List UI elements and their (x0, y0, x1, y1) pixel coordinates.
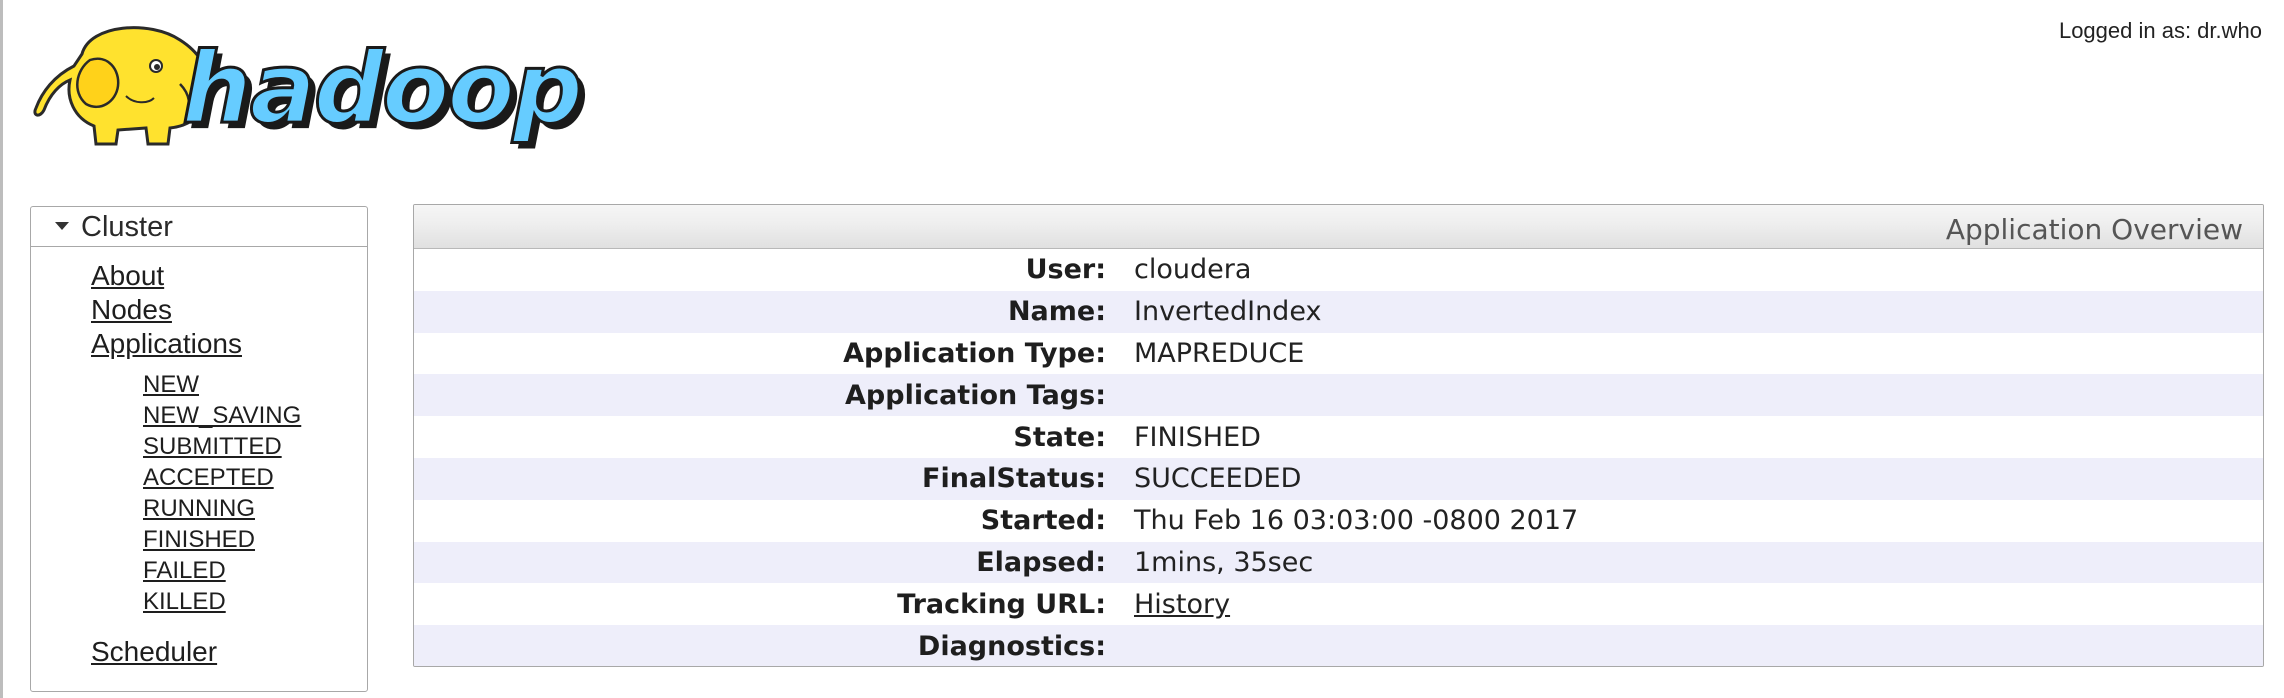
state-value: FINISHED (1134, 421, 1261, 453)
name-label: Name: (414, 290, 1134, 333)
elapsed-value: 1mins, 35sec (1134, 541, 2263, 584)
final-status-label: FinalStatus: (414, 457, 1134, 500)
scheduler-links: Scheduler (91, 635, 217, 669)
cluster-sidebar: Cluster About Nodes Applications NEW NEW… (30, 206, 368, 692)
table-row-state: State: FINISHED (414, 416, 2263, 458)
page-left-border (0, 0, 3, 698)
elapsed-label: Elapsed: (414, 541, 1134, 584)
logo-wordmark: hadoop (182, 32, 581, 146)
state-accepted-link[interactable]: ACCEPTED (143, 464, 274, 491)
state-item-new: NEW (143, 369, 301, 400)
application-overview-panel: Application Overview User: cloudera Name… (413, 204, 2264, 667)
started-value: Thu Feb 16 03:03:00 -0800 2017 (1134, 505, 1579, 537)
application-overview-title: Application Overview (414, 205, 2263, 249)
state-submitted-link[interactable]: SUBMITTED (143, 433, 282, 460)
state-failed-link[interactable]: FAILED (143, 557, 226, 584)
started-label: Started: (980, 505, 1106, 537)
tracking-url-cell: History (1134, 583, 2263, 625)
application-type-label: Application Type: (843, 337, 1106, 369)
hadoop-logo[interactable]: hadoop hadoop (30, 14, 630, 160)
user-label: User: (1025, 254, 1106, 286)
applications-link[interactable]: Applications (91, 328, 242, 359)
final-status-value: SUCCEEDED (1134, 457, 2263, 500)
state-item-new-saving: NEW_SAVING (143, 400, 301, 431)
sidebar-item-applications: Applications (91, 327, 242, 361)
user-value: cloudera (1134, 254, 1252, 286)
history-link[interactable]: History (1134, 589, 1230, 620)
table-row-application-type: Application Type: MAPREDUCE (414, 333, 2263, 375)
cluster-section-header[interactable]: Cluster (31, 207, 367, 247)
sidebar-item-about: About (91, 259, 242, 293)
hadoop-app-page: hadoop hadoop Logged in as: dr.who Clust… (0, 0, 2284, 698)
table-row-started: Started: Thu Feb 16 03:03:00 -0800 2017 (414, 500, 2263, 542)
state-new-saving-link[interactable]: NEW_SAVING (143, 402, 301, 429)
scheduler-link[interactable]: Scheduler (91, 636, 217, 667)
state-label: State: (1013, 421, 1106, 453)
state-new-link[interactable]: NEW (143, 371, 199, 398)
caret-down-icon (55, 222, 69, 231)
nodes-link[interactable]: Nodes (91, 294, 172, 325)
state-running-link[interactable]: RUNNING (143, 495, 255, 522)
name-value: InvertedIndex (1134, 290, 2263, 333)
table-row-tracking-url: Tracking URL: History (414, 583, 2263, 625)
table-row-elapsed: Elapsed: 1mins, 35sec (414, 541, 2263, 584)
about-link[interactable]: About (91, 260, 164, 291)
table-row-diagnostics: Diagnostics: (414, 625, 2263, 666)
diagnostics-label: Diagnostics: (414, 625, 1134, 666)
cluster-links: About Nodes Applications (91, 259, 242, 361)
sidebar-item-nodes: Nodes (91, 293, 242, 327)
sidebar-item-scheduler: Scheduler (91, 635, 217, 669)
state-killed-link[interactable]: KILLED (143, 588, 226, 615)
state-item-running: RUNNING (143, 493, 301, 524)
table-row-user: User: cloudera (414, 249, 2263, 291)
application-tags-label: Application Tags: (414, 374, 1134, 417)
application-state-links: NEW NEW_SAVING SUBMITTED ACCEPTED RUNNIN… (143, 369, 301, 617)
application-type-value: MAPREDUCE (1134, 337, 1305, 369)
diagnostics-value (1134, 625, 2263, 666)
state-item-submitted: SUBMITTED (143, 431, 301, 462)
state-item-accepted: ACCEPTED (143, 462, 301, 493)
table-row-final-status: FinalStatus: SUCCEEDED (414, 457, 2263, 500)
state-item-failed: FAILED (143, 555, 301, 586)
table-row-name: Name: InvertedIndex (414, 290, 2263, 333)
table-row-application-tags: Application Tags: (414, 374, 2263, 417)
hadoop-elephant-logo-icon: hadoop hadoop (33, 26, 589, 153)
state-finished-link[interactable]: FINISHED (143, 526, 255, 553)
application-overview-table: User: cloudera Name: InvertedIndex Appli… (414, 249, 2263, 666)
state-item-finished: FINISHED (143, 524, 301, 555)
hadoop-wordmark: hadoop hadoop (181, 31, 589, 153)
state-item-killed: KILLED (143, 586, 301, 617)
tracking-url-label: Tracking URL: (897, 588, 1106, 620)
application-tags-value (1134, 374, 2263, 417)
logged-in-user: Logged in as: dr.who (2058, 18, 2262, 43)
cluster-section-title: Cluster (81, 211, 173, 243)
